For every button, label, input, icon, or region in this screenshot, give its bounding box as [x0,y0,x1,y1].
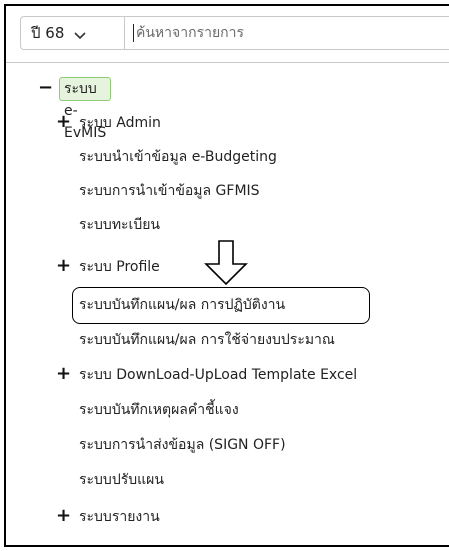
tree-item-admin[interactable]: ระบบ Admin [79,113,161,133]
year-select[interactable]: ปี 68 [20,16,124,50]
tree-item-template-excel[interactable]: ระบบ DownLoad-UpLoad Template Excel [79,365,357,385]
tree-item-profile[interactable]: ระบบ Profile [79,257,160,277]
expand-toggle-admin[interactable]: + [56,112,71,132]
down-arrow-icon [200,240,252,290]
expand-toggle-template[interactable]: + [56,364,71,384]
search-input[interactable]: ค้นหาจากรายการ [124,16,449,50]
tree-item-gfmis[interactable]: ระบบการนำเข้าข้อมูล GFMIS [79,181,260,201]
chevron-down-icon [74,27,86,40]
tree-item-sign-off[interactable]: ระบบการนำส่งข้อมูล (SIGN OFF) [79,435,286,455]
tree-item-e-budgeting[interactable]: ระบบนำเข้าข้อมูล e-Budgeting [79,147,277,167]
text-caret [133,24,134,42]
search-placeholder: ค้นหาจากรายการ [136,25,245,41]
year-select-label: ปี 68 [31,24,65,42]
tree-item-registry[interactable]: ระบบทะเบียน [79,215,160,235]
expand-toggle-profile[interactable]: + [56,256,71,276]
tree-item-report[interactable]: ระบบรายงาน [79,507,160,527]
expand-toggle-report[interactable]: + [56,506,71,526]
tree-root-e-evmis[interactable]: ระบบ e-EvMIS [59,77,112,141]
tree-item-budget-plan[interactable]: ระบบบันทึกแผน/ผล การใช้จ่ายงบประมาณ [79,330,335,350]
tree-item-reason-note[interactable]: ระบบบันทึกเหตุผลคำชี้แจง [79,400,239,420]
tree-item-adjust-plan[interactable]: ระบบปรับแผน [79,470,164,490]
collapse-toggle[interactable]: − [38,78,53,98]
highlight-box [72,287,370,324]
